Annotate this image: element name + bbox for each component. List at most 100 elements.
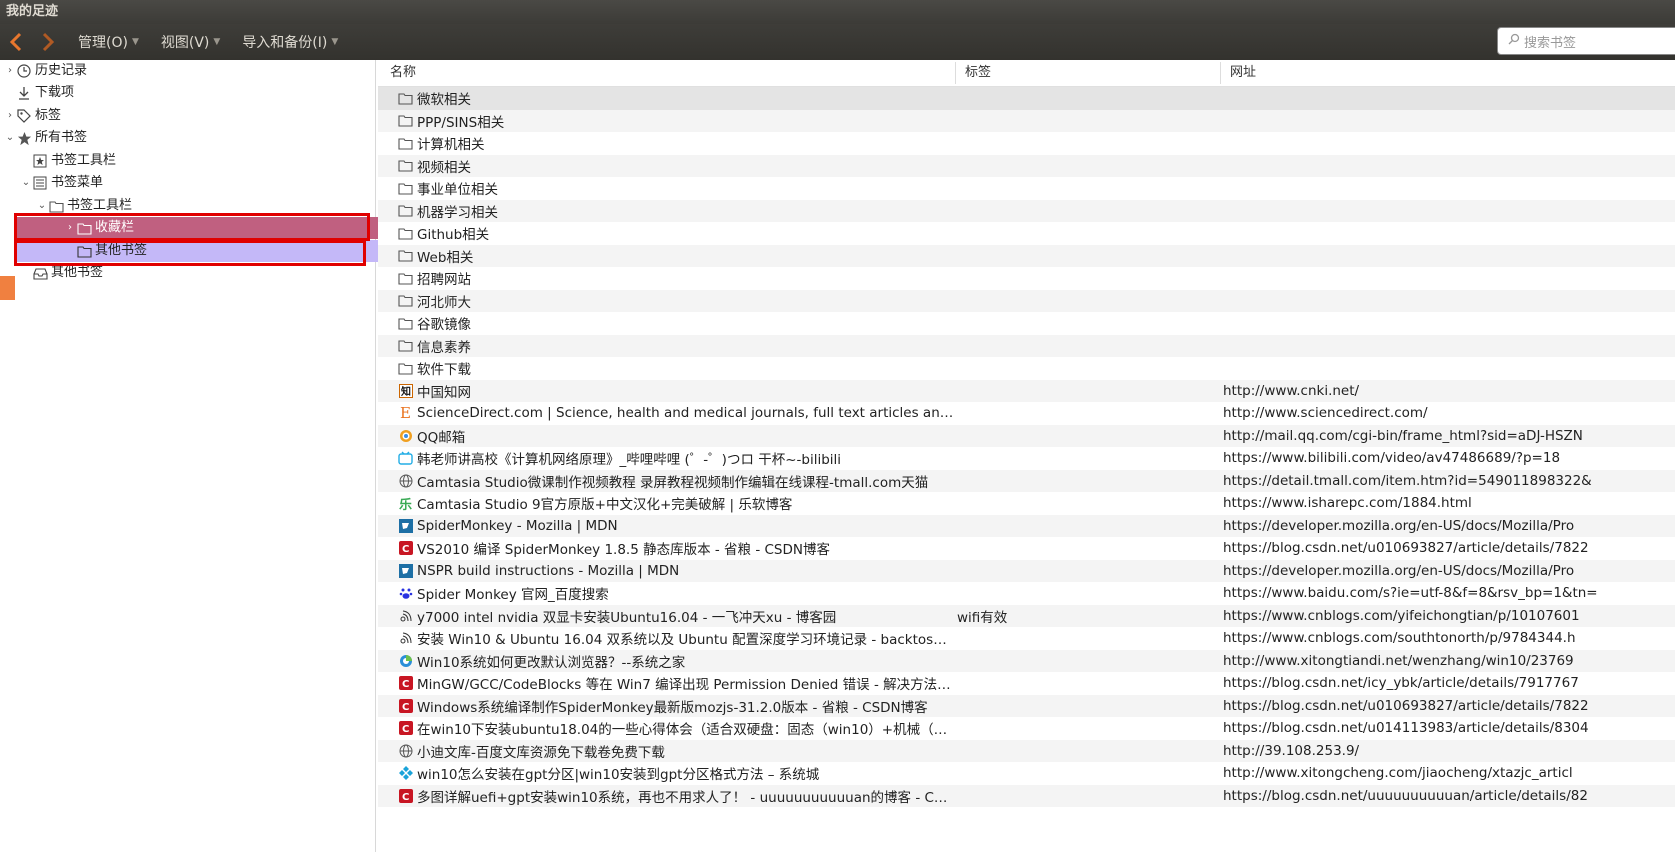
table-row[interactable]: 招聘网站 bbox=[378, 267, 1675, 290]
cell-name: 小迪文库-百度文库资源免下载卷免费下载 bbox=[398, 741, 954, 761]
table-row[interactable]: 安装 Win10 & Ubuntu 16.04 双系统以及 Ubuntu 配置深… bbox=[378, 627, 1675, 650]
column-header-name[interactable]: 名称 bbox=[390, 60, 950, 87]
chevron-right-icon[interactable]: › bbox=[4, 105, 16, 127]
table-row[interactable]: 微软相关 bbox=[378, 87, 1675, 110]
svg-text:知: 知 bbox=[400, 385, 411, 398]
search-icon bbox=[1508, 33, 1520, 49]
table-row[interactable]: 信息素养 bbox=[378, 334, 1675, 357]
sidebar-item-bookmark-menu[interactable]: ⌄ 书签菜单 bbox=[0, 172, 395, 194]
cell-name-text: 韩老师讲高校《计算机网络原理》_哔哩哔哩 (゜-゜)つロ 干杯~-bilibil… bbox=[417, 452, 842, 469]
table-row[interactable]: C VS2010 编译 SpiderMonkey 1.8.5 静态库版本 - 省粮… bbox=[378, 537, 1675, 560]
table-row[interactable]: Camtasia Studio微课制作视频教程 录屏教程视频制作编辑在线课程-t… bbox=[378, 469, 1675, 492]
cell-name-text: Web相关 bbox=[417, 249, 474, 266]
table-row[interactable]: PPP/SINS相关 bbox=[378, 109, 1675, 132]
cell-name-text: 谷歌镜像 bbox=[417, 317, 471, 334]
cell-name-text: VS2010 编译 SpiderMonkey 1.8.5 静态库版本 - 省粮 … bbox=[417, 542, 830, 559]
table-row[interactable]: 河北师大 bbox=[378, 289, 1675, 312]
chevron-down-icon[interactable]: ⌄ bbox=[20, 172, 32, 194]
cell-url: https://www.cnblogs.com/yifeichongtian/p… bbox=[1223, 607, 1580, 624]
menu-view-label: 视图(V) bbox=[160, 35, 210, 51]
mdn-icon bbox=[398, 518, 413, 533]
column-divider[interactable] bbox=[955, 62, 956, 84]
table-row[interactable]: 乐 Camtasia Studio 9官方原版+中文汉化+完美破解 | 乐软博客 h… bbox=[378, 492, 1675, 515]
cell-name-text: 机器学习相关 bbox=[417, 204, 498, 221]
sidebar-item-label: 其他书签 bbox=[51, 265, 104, 280]
cell-url: http://39.108.253.9/ bbox=[1223, 742, 1360, 759]
cell-url: https://developer.mozilla.org/en-US/docs… bbox=[1223, 562, 1575, 579]
cell-name: 软件下载 bbox=[398, 358, 954, 378]
table-row[interactable]: 知中国知网 http://www.cnki.net/ bbox=[378, 379, 1675, 402]
chevron-right-icon[interactable]: › bbox=[64, 217, 76, 239]
menu-import-backup[interactable]: 导入和备份(I) ▼ bbox=[242, 32, 338, 52]
sidebar-item-all-bookmarks[interactable]: ⌄ 所有书签 bbox=[0, 127, 379, 149]
table-row[interactable]: Win10系统如何更改默认浏览器？--系统之家 http://www.xitong… bbox=[378, 649, 1675, 672]
cell-url: https://developer.mozilla.org/en-US/docs… bbox=[1223, 517, 1575, 534]
table-row[interactable]: 计算机相关 bbox=[378, 132, 1675, 155]
cell-url: https://detail.tmall.com/item.htm?id=549… bbox=[1223, 472, 1592, 489]
menu-view[interactable]: 视图(V) ▼ bbox=[161, 32, 220, 52]
table-row[interactable]: 韩老师讲高校《计算机网络原理》_哔哩哔哩 (゜-゜)つロ 干杯~-bilibil… bbox=[378, 447, 1675, 470]
table-row[interactable]: win10怎么安装在gpt分区|win10安装到gpt分区格式方法 – 系统城 h… bbox=[378, 762, 1675, 785]
sidebar-item-downloads[interactable]: 下载项 bbox=[0, 82, 379, 104]
chevron-right-icon[interactable]: › bbox=[4, 60, 16, 82]
sidebar-item-menu-toolbar-folder[interactable]: ⌄ 书签工具栏 bbox=[0, 195, 411, 217]
cell-name: 计算机相关 bbox=[398, 133, 954, 153]
cell-name-text: QQ邮箱 bbox=[417, 429, 466, 446]
download-icon bbox=[16, 85, 32, 101]
table-row[interactable]: 软件下载 bbox=[378, 357, 1675, 380]
cell-name: 韩老师讲高校《计算机网络原理》_哔哩哔哩 (゜-゜)つロ 干杯~-bilibil… bbox=[398, 448, 954, 468]
table-row[interactable]: 小迪文库-百度文库资源免下载卷免费下载 http://39.108.253.9/ bbox=[378, 739, 1675, 762]
svg-text:C: C bbox=[402, 679, 409, 690]
back-arrow-icon[interactable] bbox=[0, 26, 32, 58]
table-row[interactable]: Github相关 bbox=[378, 222, 1675, 245]
table-row[interactable]: SpiderMonkey - Mozilla | MDN https://deve… bbox=[378, 514, 1675, 537]
forward-arrow-icon[interactable] bbox=[32, 26, 64, 58]
cell-name-text: Win10系统如何更改默认浏览器？--系统之家 bbox=[417, 654, 686, 671]
sidebar-item-history[interactable]: › 历史记录 bbox=[0, 60, 379, 82]
folder-icon bbox=[398, 226, 413, 241]
table-row[interactable]: 机器学习相关 bbox=[378, 199, 1675, 222]
sidebar-item-bookmark-toolbar[interactable]: 书签工具栏 bbox=[0, 150, 395, 172]
table-row[interactable]: C 多图详解uefi+gpt安装win10系统，再也不用求人了！ - uuuuuu… bbox=[378, 784, 1675, 807]
sidebar-item-tags[interactable]: › 标签 bbox=[0, 105, 379, 127]
chevron-down-icon[interactable]: ⌄ bbox=[4, 127, 16, 149]
cell-name: 微软相关 bbox=[398, 88, 954, 108]
sidebar-item-other-bookmarks-sub[interactable]: 其他书签 bbox=[16, 240, 379, 262]
table-row[interactable]: Web相关 bbox=[378, 244, 1675, 267]
table-row[interactable]: 谷歌镜像 bbox=[378, 312, 1675, 335]
xitongcheng-icon bbox=[398, 766, 413, 781]
cell-name-text: y7000 intel nvidia 双显卡安装Ubuntu16.04 - 一飞… bbox=[417, 609, 837, 626]
chevron-down-icon[interactable]: ⌄ bbox=[36, 195, 48, 217]
cell-url: https://www.baidu.com/s?ie=utf-8&f=8&rsv… bbox=[1223, 585, 1598, 602]
sidebar-item-label: 其他书签 bbox=[95, 243, 148, 258]
table-row[interactable]: C 在win10下安装ubuntu18.04的一些心得体会（适合双硬盘：固态（wi… bbox=[378, 717, 1675, 740]
sidebar-item-label: 下载项 bbox=[35, 85, 75, 100]
column-divider[interactable] bbox=[1220, 62, 1221, 84]
cell-name: 事业单位相关 bbox=[398, 178, 954, 198]
sidebar-tree: › 历史记录 下载项 › 标签 ⌄ 所有书签 书签工具栏 ⌄ 书签菜单 ⌄ 书签… bbox=[0, 60, 379, 852]
cell-name-text: win10怎么安装在gpt分区|win10安装到gpt分区格式方法 – 系统城 bbox=[417, 767, 820, 784]
table-row[interactable]: 事业单位相关 bbox=[378, 177, 1675, 200]
table-row[interactable]: NSPR build instructions - Mozilla | MDN h… bbox=[378, 559, 1675, 582]
sidebar-item-other-bookmarks[interactable]: 其他书签 bbox=[0, 262, 395, 284]
menu-manage[interactable]: 管理(O) ▼ bbox=[78, 32, 139, 52]
column-header-url[interactable]: 网址 bbox=[1230, 60, 1670, 87]
search-input[interactable]: 搜索书签 bbox=[1497, 27, 1675, 55]
table-row[interactable]: Spider Monkey 官网_百度搜索 https://www.baidu.c… bbox=[378, 582, 1675, 605]
table-row[interactable]: 视频相关 bbox=[378, 154, 1675, 177]
cell-url: https://www.bilibili.com/video/av4748668… bbox=[1223, 450, 1561, 467]
table-row[interactable]: QQ邮箱 http://mail.qq.com/cgi-bin/frame_htm… bbox=[378, 424, 1675, 447]
sidebar-item-label: 书签工具栏 bbox=[67, 198, 133, 213]
cell-name: 视频相关 bbox=[398, 156, 954, 176]
table-row[interactable]: y7000 intel nvidia 双显卡安装Ubuntu16.04 - 一飞… bbox=[378, 604, 1675, 627]
cell-name: 乐 Camtasia Studio 9官方原版+中文汉化+完美破解 | 乐软博客 bbox=[398, 493, 954, 513]
sidebar-item-favorites[interactable]: › 收藏栏 bbox=[16, 217, 379, 239]
cell-name-text: Spider Monkey 官网_百度搜索 bbox=[417, 587, 609, 604]
table-row[interactable]: C MinGW/GCC/CodeBlocks 等在 Win7 编译出现 Permi… bbox=[378, 672, 1675, 695]
table-row[interactable]: E ScienceDirect.com | Science, health and… bbox=[378, 402, 1675, 425]
folder-icon bbox=[398, 293, 413, 308]
folder-icon bbox=[398, 158, 413, 173]
csdn-icon: C bbox=[398, 541, 413, 556]
column-header-tags[interactable]: 标签 bbox=[965, 60, 1225, 87]
table-row[interactable]: C Windows系统编译制作SpiderMonkey最新版mozjs-31.2.… bbox=[378, 694, 1675, 717]
